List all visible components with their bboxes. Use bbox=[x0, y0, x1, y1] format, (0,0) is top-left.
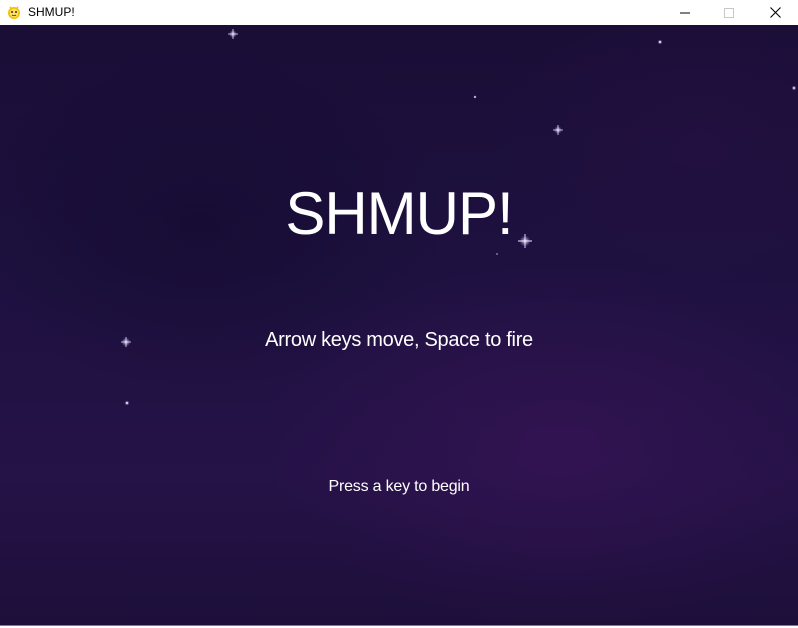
close-button[interactable] bbox=[752, 0, 798, 25]
close-icon bbox=[769, 7, 781, 18]
game-canvas[interactable]: SHMUP! Arrow keys move, Space to fire Pr… bbox=[0, 25, 798, 625]
window-title: SHMUP! bbox=[28, 5, 75, 19]
maximize-icon bbox=[724, 7, 734, 18]
starfield bbox=[121, 29, 797, 406]
star bbox=[473, 95, 477, 99]
pygame-snake-icon bbox=[8, 6, 20, 19]
star bbox=[228, 29, 238, 39]
star bbox=[124, 400, 130, 406]
start-prompt: Press a key to begin bbox=[328, 478, 470, 495]
star bbox=[553, 125, 563, 135]
star bbox=[496, 253, 498, 255]
game-title: SHMUP! bbox=[285, 180, 513, 247]
minimize-button[interactable] bbox=[662, 0, 708, 25]
instructions-text: Arrow keys move, Space to fire bbox=[265, 329, 533, 351]
accent-line bbox=[0, 625, 798, 626]
title-bar[interactable]: SHMUP! bbox=[0, 0, 798, 25]
star bbox=[657, 39, 663, 45]
maximize-button[interactable] bbox=[706, 0, 752, 25]
minimize-icon bbox=[680, 12, 690, 13]
star bbox=[791, 85, 797, 91]
game-window: SHMUP! SHMUP! Arrow keys move, Space to … bbox=[0, 0, 798, 628]
